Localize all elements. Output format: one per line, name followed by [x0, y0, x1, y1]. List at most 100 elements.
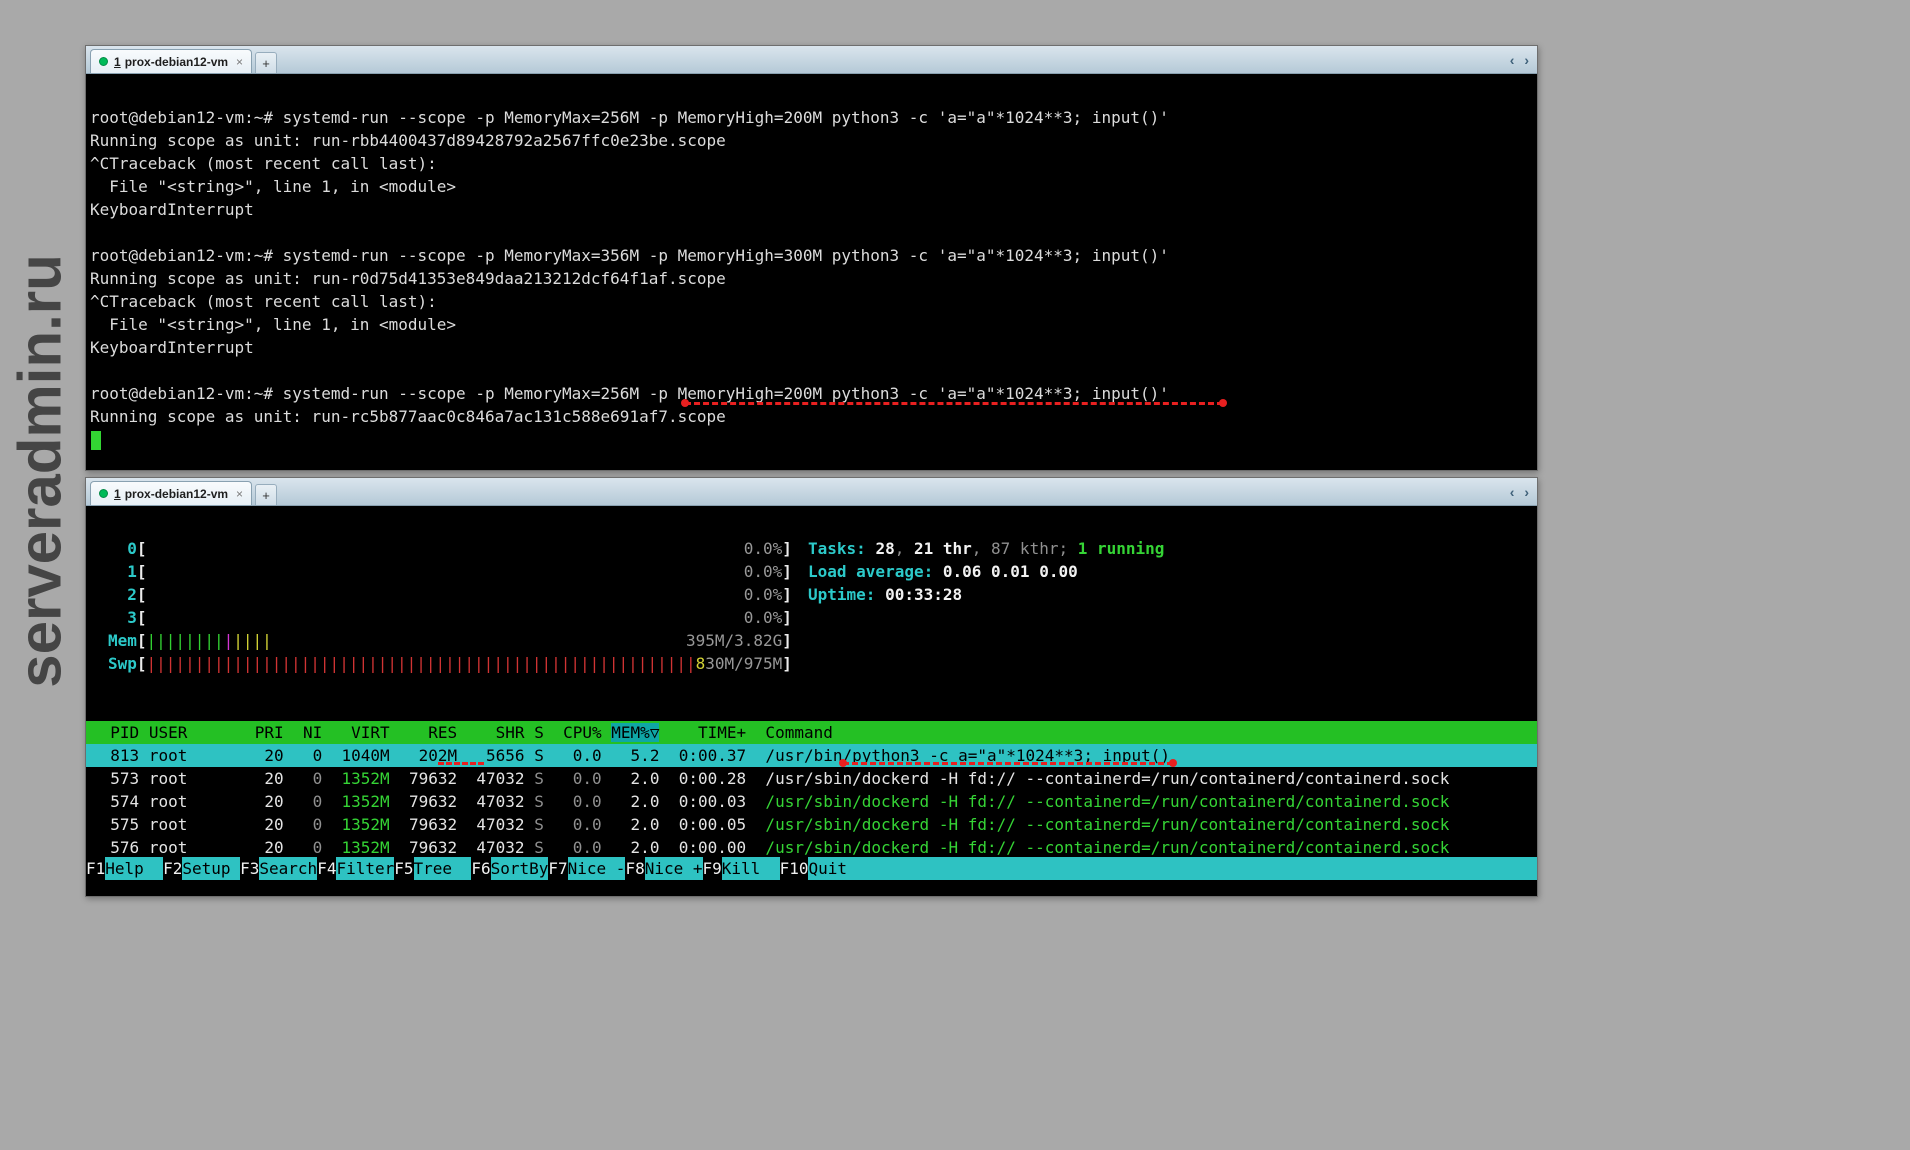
- column-header-cpu[interactable]: CPU%: [553, 723, 601, 742]
- tasks-threads: 21 thr: [914, 539, 972, 558]
- fkey-f6[interactable]: F6SortBy: [471, 857, 548, 880]
- column-header-pid[interactable]: PID: [91, 723, 139, 742]
- terminal-line: Running scope as unit: run-r0d75d41353e8…: [90, 267, 1531, 290]
- column-header-ni[interactable]: NI: [293, 723, 322, 742]
- cell-mem: 5.2: [611, 746, 659, 765]
- cell-s: S: [534, 746, 544, 765]
- close-icon[interactable]: ×: [236, 55, 243, 69]
- fkey-f9[interactable]: F9Kill: [703, 857, 780, 880]
- meter-value-text: 395M/3.82G: [686, 631, 782, 650]
- cell-pri: 20: [245, 746, 284, 765]
- column-header-shr[interactable]: SHR: [467, 723, 525, 742]
- tab-scroll-arrows[interactable]: ‹ ›: [1504, 52, 1529, 68]
- meter-bracket: ]: [782, 585, 792, 604]
- terminal-tab[interactable]: 1 prox-debian12-vm ×: [90, 49, 252, 73]
- fkey-f2[interactable]: F2Setup: [163, 857, 240, 880]
- terminal-output: root@debian12-vm:~# systemd-run --scope …: [86, 74, 1537, 470]
- meter-label: 1: [108, 560, 137, 583]
- fkey-action: Help: [105, 857, 163, 880]
- meter-value: 830M/975M: [696, 652, 783, 675]
- cell-s: S: [534, 792, 544, 811]
- meter-mem: Mem[|||||||||||||395M/3.82G]: [108, 629, 792, 652]
- fkey-f10[interactable]: F10Quit: [780, 857, 1537, 880]
- fkey-action: Search: [259, 857, 317, 880]
- meter-bracket: ]: [782, 539, 792, 558]
- column-header-mem[interactable]: MEM%▽: [611, 723, 659, 742]
- column-header-s[interactable]: S: [534, 723, 544, 742]
- meter-value-accent: 8: [696, 654, 706, 673]
- fkey-f8[interactable]: F8Nice +: [625, 857, 702, 880]
- new-tab-button[interactable]: +: [255, 52, 277, 73]
- terminal-tab[interactable]: 1 prox-debian12-vm ×: [90, 481, 252, 505]
- cell-ni: 0: [293, 769, 322, 788]
- terminal-line: ^CTraceback (most recent call last):: [90, 152, 1531, 175]
- cell-pid: 573: [91, 769, 139, 788]
- fkey-label: F7: [548, 857, 567, 880]
- process-row-576[interactable]: 576 root 20 0 1352M 79632 47032 S 0.0 2.…: [86, 836, 1537, 859]
- tasks-label: Tasks:: [808, 539, 875, 558]
- meter-bracket: [: [137, 608, 147, 627]
- cell-pid: 574: [91, 792, 139, 811]
- new-tab-button[interactable]: +: [255, 484, 277, 505]
- close-icon[interactable]: ×: [236, 487, 243, 501]
- meter-0: 0[0.0%]: [108, 537, 792, 560]
- fkey-f7[interactable]: F7Nice -: [548, 857, 625, 880]
- meter-value: 395M/3.82G: [686, 629, 782, 652]
- terminal-line: Running scope as unit: run-rc5b877aac0c8…: [90, 405, 1531, 428]
- tab-index: 1: [114, 55, 121, 69]
- meter-track: 0.0%: [147, 583, 783, 606]
- meter-track: 0.0%: [147, 606, 783, 629]
- fkey-f1[interactable]: F1Help: [86, 857, 163, 880]
- terminal-line: root@debian12-vm:~# systemd-run --scope …: [90, 106, 1531, 129]
- meter-bar-segment: |: [224, 631, 234, 650]
- tab-title: prox-debian12-vm: [125, 55, 228, 69]
- scroll-left-icon[interactable]: ‹: [1510, 484, 1515, 500]
- tab-status-dot-icon: [99, 489, 108, 498]
- process-row-573[interactable]: 573 root 20 0 1352M 79632 47032 S 0.0 2.…: [86, 767, 1537, 790]
- tab-scroll-arrows[interactable]: ‹ ›: [1504, 484, 1529, 500]
- tab-index: 1: [114, 487, 121, 501]
- fkey-action: Nice +: [645, 857, 703, 880]
- fkey-action: Tree: [414, 857, 472, 880]
- scroll-right-icon[interactable]: ›: [1524, 52, 1529, 68]
- cell-virt: 1352M: [332, 815, 390, 834]
- cell-time: 0:00.00: [669, 838, 746, 857]
- cell-s: S: [534, 838, 544, 857]
- fkey-f3[interactable]: F3Search: [240, 857, 317, 880]
- terminal-line: root@debian12-vm:~# systemd-run --scope …: [90, 244, 1531, 267]
- cell-s: S: [534, 769, 544, 788]
- process-row-575[interactable]: 575 root 20 0 1352M 79632 47032 S 0.0 2.…: [86, 813, 1537, 836]
- cell-cpu: 0.0: [553, 792, 601, 811]
- fkey-action: Setup: [182, 857, 240, 880]
- column-header-command[interactable]: Command: [756, 723, 833, 742]
- meter-bracket: ]: [782, 631, 792, 650]
- meter-bars: ||||||||||||||||||||||||||||||||||||||||…: [147, 652, 696, 675]
- column-header-user[interactable]: USER: [149, 723, 236, 742]
- meter-label: 3: [108, 606, 137, 629]
- fkey-label: F6: [471, 857, 490, 880]
- cell-ni: 0: [293, 746, 322, 765]
- meter-value-text: 0.0%: [744, 608, 783, 627]
- scroll-right-icon[interactable]: ›: [1524, 484, 1529, 500]
- cell-user: root: [149, 815, 236, 834]
- terminal-line: Running scope as unit: run-rbb4400437d89…: [90, 129, 1531, 152]
- column-header-res[interactable]: RES: [399, 723, 457, 742]
- cell-cpu: 0.0: [553, 746, 601, 765]
- meter-track: 0.0%: [147, 560, 783, 583]
- column-header-time[interactable]: TIME+: [669, 723, 746, 742]
- terminal-line: ^CTraceback (most recent call last):: [90, 290, 1531, 313]
- cell-pid: 576: [91, 838, 139, 857]
- column-header-pri[interactable]: PRI: [245, 723, 284, 742]
- meter-bracket: [: [137, 562, 147, 581]
- cell-user: root: [149, 792, 236, 811]
- scroll-left-icon[interactable]: ‹: [1510, 52, 1515, 68]
- process-row-813[interactable]: 813 root 20 0 1040M 202M 5656 S 0.0 5.2 …: [86, 744, 1537, 767]
- fkey-f4[interactable]: F4Filter: [317, 857, 394, 880]
- htop-screen: 0[0.0%]1[0.0%]2[0.0%]3[0.0%]Mem[||||||||…: [86, 506, 1537, 896]
- column-header-virt[interactable]: VIRT: [332, 723, 390, 742]
- process-row-574[interactable]: 574 root 20 0 1352M 79632 47032 S 0.0 2.…: [86, 790, 1537, 813]
- cell-virt: 1040M: [332, 746, 390, 765]
- fkey-f5[interactable]: F5Tree: [394, 857, 471, 880]
- terminal-line: File "<string>", line 1, in <module>: [90, 175, 1531, 198]
- tasks-count: 28: [875, 539, 894, 558]
